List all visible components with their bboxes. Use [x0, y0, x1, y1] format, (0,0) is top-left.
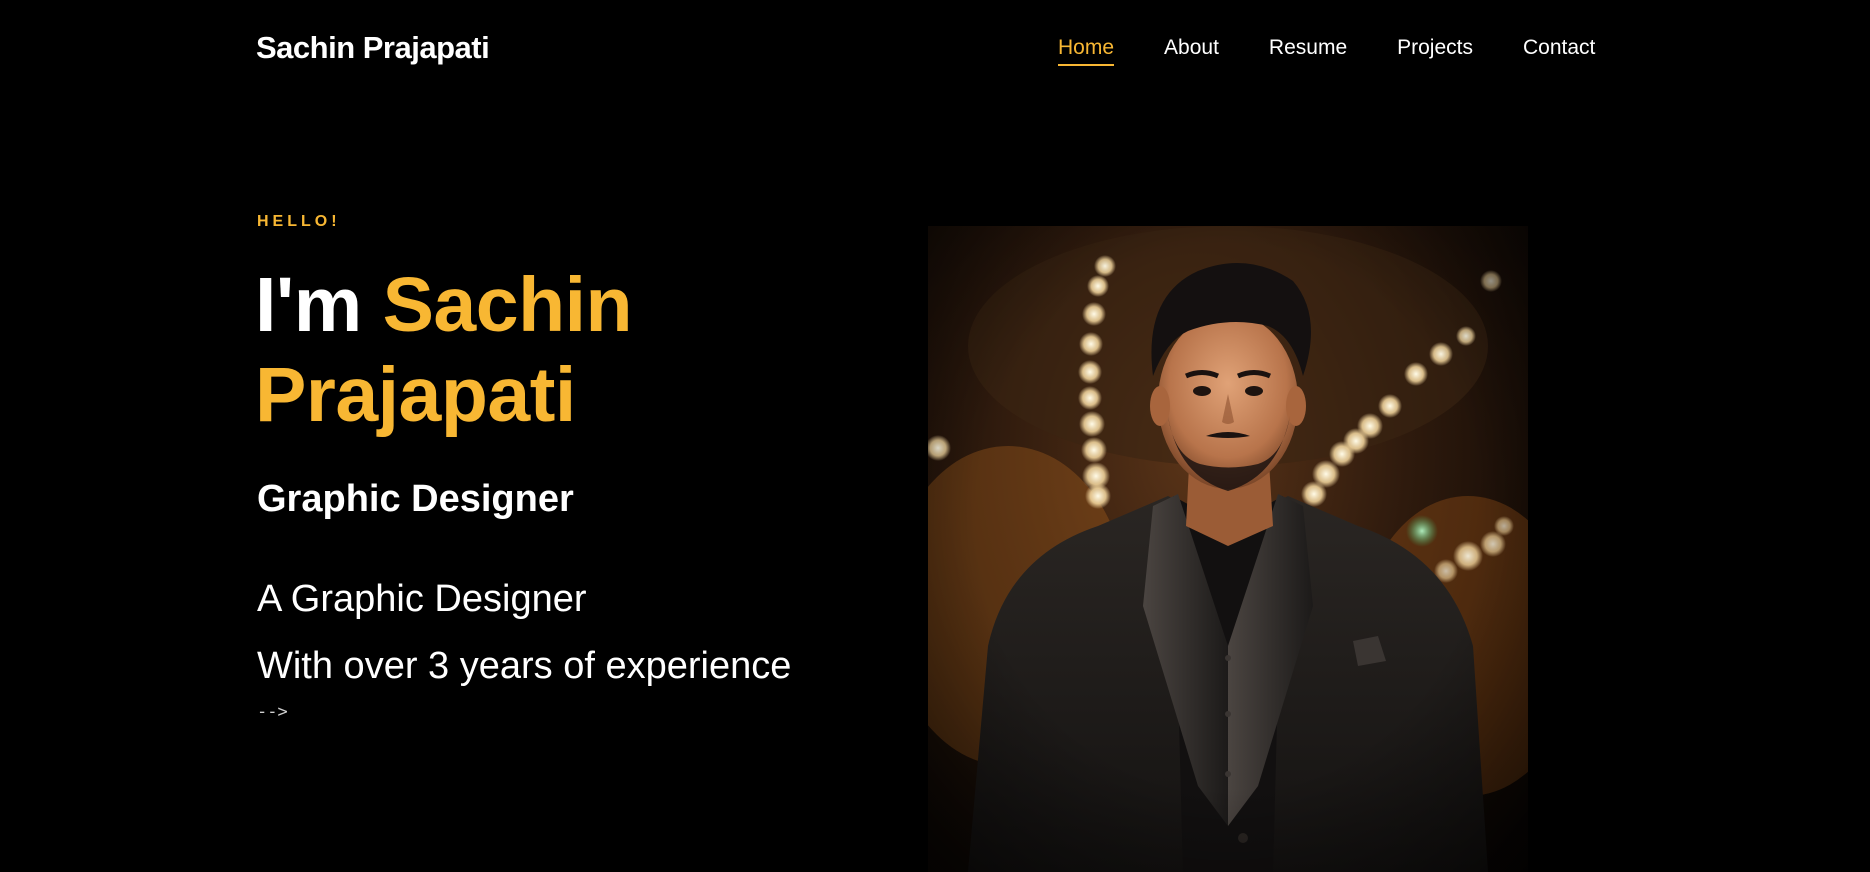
hero-description-line-2: With over 3 years of experience — [257, 645, 792, 687]
stray-arrow-text: --> — [257, 702, 288, 722]
page: Sachin Prajapati Home About Resume Proje… — [0, 0, 1870, 872]
hero-intro: I'm — [255, 262, 362, 348]
hero-role: Graphic Designer — [257, 478, 574, 520]
nav-item-contact[interactable]: Contact — [1523, 36, 1595, 66]
nav-item-home[interactable]: Home — [1058, 36, 1115, 66]
hero-headline: I'm Sachin Prajapati — [255, 260, 855, 440]
nav-item-about[interactable]: About — [1164, 36, 1219, 66]
brand-logo[interactable]: Sachin Prajapati — [256, 30, 490, 66]
nav-item-projects[interactable]: Projects — [1397, 36, 1473, 66]
profile-photo-illustration — [928, 226, 1528, 872]
hero-greeting: HELLO! — [257, 213, 341, 230]
main-nav: Home About Resume Projects Contact — [1058, 36, 1595, 66]
nav-item-resume[interactable]: Resume — [1269, 36, 1347, 66]
hero-description-line-1: A Graphic Designer — [257, 578, 587, 620]
profile-photo — [928, 226, 1528, 872]
